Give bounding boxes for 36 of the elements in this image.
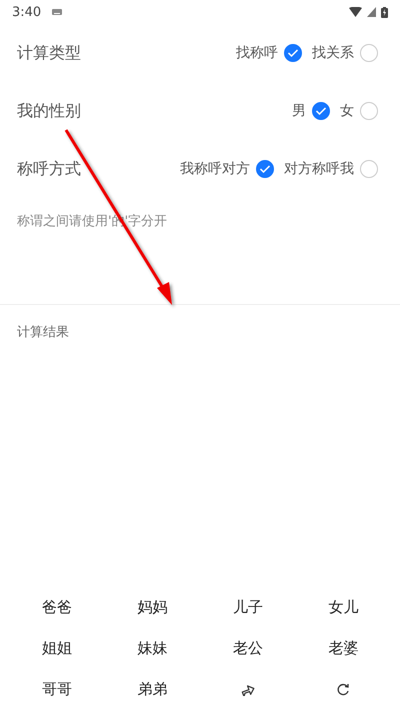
check-icon (315, 106, 327, 116)
keypad-key[interactable]: 弟弟 (104, 669, 200, 710)
keypad-key[interactable]: 哥哥 (9, 669, 104, 710)
keypad-key[interactable]: 姐姐 (9, 628, 104, 669)
keypad-key[interactable]: 妈妈 (104, 587, 200, 628)
refresh-icon[interactable] (336, 682, 350, 696)
wifi-icon (349, 7, 362, 17)
radio-button[interactable] (360, 44, 378, 62)
radio-button[interactable] (360, 102, 378, 120)
keyboard-icon (52, 9, 62, 15)
choice-label: 对方称呼我 (284, 160, 354, 178)
option-label: 计算类型 (17, 42, 81, 64)
radio-button[interactable] (360, 160, 378, 178)
choice-label: 找关系 (312, 44, 354, 62)
choice-label: 我称呼对方 (180, 160, 250, 178)
forward-arrow-icon[interactable] (240, 684, 255, 696)
signal-icon (367, 7, 376, 17)
check-icon (287, 48, 299, 58)
keypad-key[interactable]: 老公 (200, 628, 296, 669)
status-time: 3:40 (12, 4, 42, 20)
result-label: 计算结果 (17, 325, 69, 340)
keypad-key[interactable]: 儿子 (200, 587, 296, 628)
radio-button[interactable] (256, 160, 274, 178)
choice-label: 男 (292, 102, 306, 120)
keypad-key[interactable]: 女儿 (296, 587, 391, 628)
check-icon (259, 164, 271, 174)
radio-button[interactable] (312, 102, 330, 120)
radio-button[interactable] (284, 44, 302, 62)
option-label: 称呼方式 (17, 158, 81, 180)
keypad-key[interactable]: 老婆 (296, 628, 391, 669)
battery-icon (381, 6, 388, 18)
choice-label: 找称呼 (236, 44, 278, 62)
option-label: 我的性别 (17, 100, 81, 122)
keypad-key[interactable]: 爸爸 (9, 587, 104, 628)
keypad-key[interactable]: 妹妹 (104, 628, 200, 669)
choice-label: 女 (340, 102, 354, 120)
